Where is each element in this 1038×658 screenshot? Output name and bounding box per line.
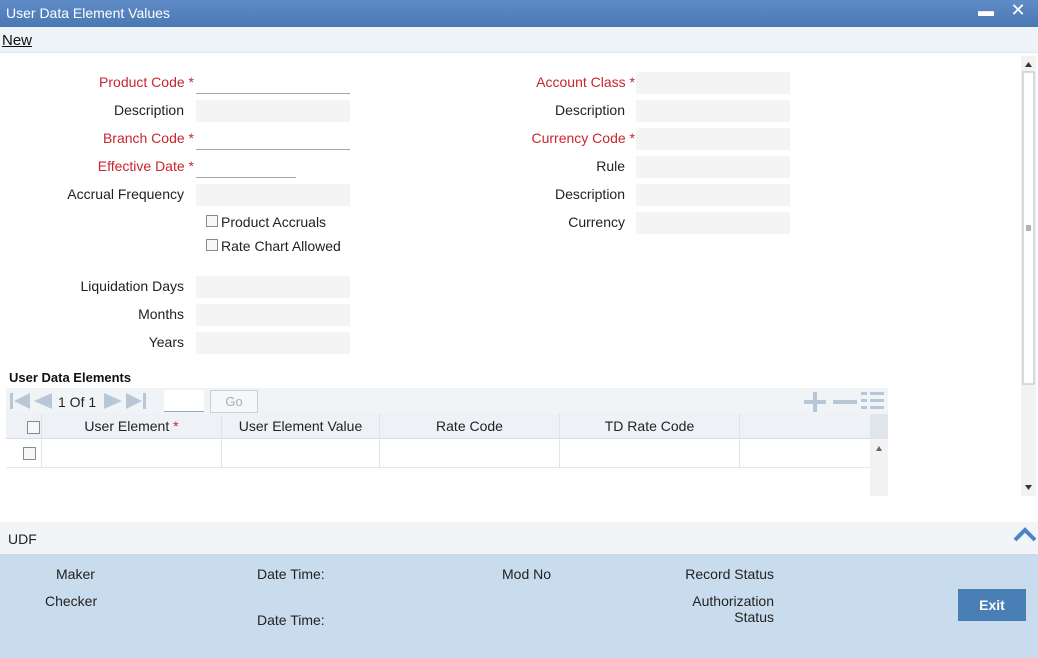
years-input[interactable] bbox=[196, 332, 350, 354]
toolbar: New bbox=[0, 27, 1038, 53]
maker-label: Maker bbox=[56, 566, 95, 582]
udf-label: UDF bbox=[8, 531, 37, 547]
right-description-input[interactable] bbox=[636, 100, 790, 122]
rule-label: Rule bbox=[596, 158, 625, 174]
grid-header: User Element * User Element Value Rate C… bbox=[6, 414, 870, 439]
effective-date-input[interactable] bbox=[196, 156, 296, 178]
column-user-element[interactable]: User Element * bbox=[42, 414, 222, 439]
main-scrollbar[interactable] bbox=[1021, 56, 1036, 496]
minimize-icon[interactable]: ▬ bbox=[978, 2, 994, 22]
branch-code-input[interactable] bbox=[196, 128, 350, 150]
years-label: Years bbox=[148, 334, 184, 350]
product-accruals-checkbox[interactable] bbox=[206, 215, 218, 227]
td-rate-code-cell[interactable] bbox=[560, 439, 740, 468]
udf-bar[interactable]: UDF bbox=[0, 522, 1038, 554]
go-button[interactable]: Go bbox=[210, 390, 258, 413]
liquidation-days-input[interactable] bbox=[196, 276, 350, 298]
user-element-value-cell[interactable] bbox=[222, 439, 380, 468]
first-page-icon[interactable] bbox=[8, 391, 32, 411]
last-page-icon[interactable] bbox=[124, 391, 148, 411]
rate-code-cell[interactable] bbox=[380, 439, 560, 468]
header-select-cell bbox=[6, 414, 42, 439]
single-view-icon[interactable] bbox=[860, 390, 886, 412]
maker-date-time-label: Date Time: bbox=[257, 566, 325, 582]
authorization-label: Authorization bbox=[692, 593, 774, 609]
currency-code-label: Currency Code * bbox=[531, 130, 636, 146]
rule-description-label: Description bbox=[554, 186, 625, 202]
account-class-label: Account Class * bbox=[536, 74, 635, 90]
accrual-frequency-label: Accrual Frequency bbox=[67, 186, 184, 202]
new-link[interactable]: New bbox=[2, 32, 32, 49]
grid-navbar: 1 Of 1 Go bbox=[6, 388, 888, 414]
exit-button[interactable]: Exit bbox=[958, 589, 1026, 621]
currency-input[interactable] bbox=[636, 212, 790, 234]
product-code-label: Product Code * bbox=[99, 74, 194, 90]
grid-header-scroll-cap bbox=[870, 414, 888, 439]
accrual-frequency-input[interactable] bbox=[196, 184, 350, 206]
window-titlebar: User Data Element Values ▬ ✕ bbox=[0, 0, 1038, 27]
checker-label: Checker bbox=[45, 593, 98, 609]
page-number-input[interactable] bbox=[164, 390, 204, 412]
record-status-label: Record Status bbox=[685, 566, 774, 582]
account-class-input[interactable] bbox=[636, 72, 790, 94]
user-data-elements-title: User Data Elements bbox=[9, 370, 132, 385]
pager-text: 1 Of 1 bbox=[58, 394, 97, 410]
months-label: Months bbox=[138, 306, 184, 322]
chevron-up-icon[interactable] bbox=[1013, 526, 1037, 542]
next-page-icon[interactable] bbox=[102, 391, 124, 411]
rate-chart-allowed-label: Rate Chart Allowed bbox=[221, 238, 341, 254]
column-user-element-value[interactable]: User Element Value bbox=[222, 414, 380, 439]
rate-chart-allowed-checkbox[interactable] bbox=[206, 239, 218, 251]
close-icon[interactable]: ✕ bbox=[1008, 0, 1028, 22]
right-description-label: Description bbox=[554, 102, 625, 118]
add-row-icon[interactable] bbox=[802, 392, 830, 412]
effective-date-label: Effective Date * bbox=[97, 158, 194, 174]
checker-date-time-label: Date Time: bbox=[257, 612, 325, 628]
select-all-checkbox[interactable] bbox=[27, 421, 40, 434]
row-checkbox[interactable] bbox=[23, 447, 36, 460]
row-select-cell bbox=[6, 439, 42, 468]
authorization-status-label: Status bbox=[734, 609, 774, 625]
rule-description-input[interactable] bbox=[636, 184, 790, 206]
previous-page-icon[interactable] bbox=[32, 391, 54, 411]
rule-input[interactable] bbox=[636, 156, 790, 178]
liquidation-days-label: Liquidation Days bbox=[80, 278, 184, 294]
description-input[interactable] bbox=[196, 100, 350, 122]
table-row bbox=[6, 439, 870, 468]
description-label: Description bbox=[113, 102, 184, 118]
mod-no-label: Mod No bbox=[502, 566, 552, 582]
product-accruals-label: Product Accruals bbox=[221, 214, 327, 230]
currency-label: Currency bbox=[568, 214, 625, 230]
grid-scrollbar[interactable] bbox=[870, 439, 888, 496]
months-input[interactable] bbox=[196, 304, 350, 326]
column-rate-code[interactable]: Rate Code bbox=[380, 414, 560, 439]
product-code-input[interactable] bbox=[196, 72, 350, 94]
currency-code-input[interactable] bbox=[636, 128, 790, 150]
window-title: User Data Element Values bbox=[6, 5, 170, 21]
branch-code-label: Branch Code * bbox=[102, 130, 194, 146]
column-td-rate-code[interactable]: TD Rate Code bbox=[560, 414, 740, 439]
user-element-cell[interactable] bbox=[42, 439, 222, 468]
delete-row-icon[interactable] bbox=[832, 392, 858, 412]
